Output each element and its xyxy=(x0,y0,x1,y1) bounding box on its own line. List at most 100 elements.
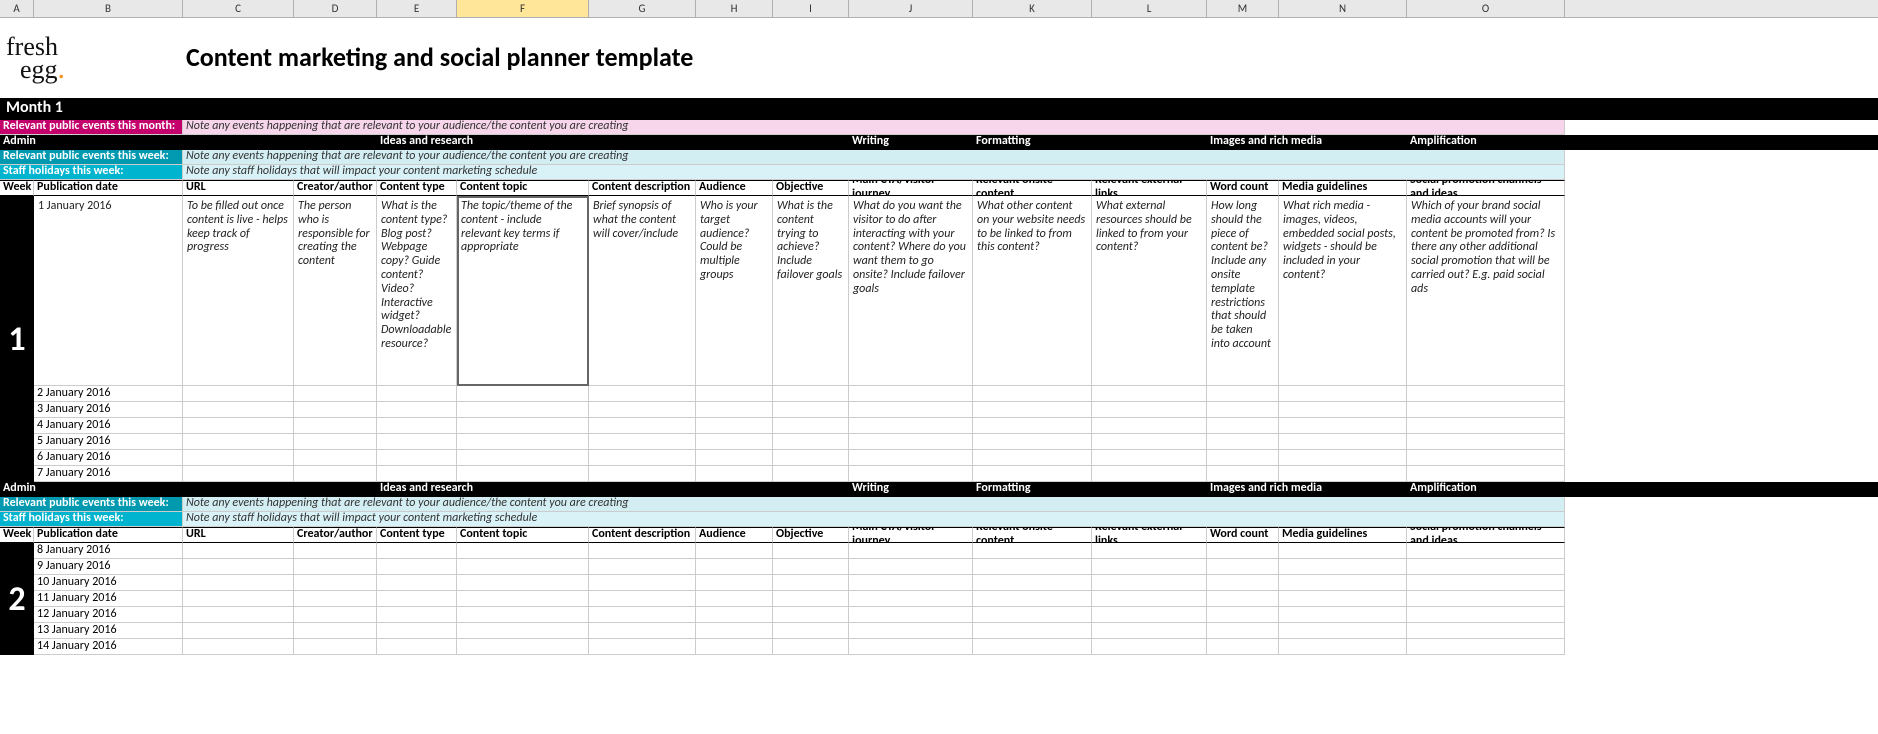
empty-cell[interactable] xyxy=(849,607,973,623)
col-header[interactable]: D xyxy=(294,0,377,17)
empty-cell[interactable] xyxy=(773,450,849,466)
empty-cell[interactable] xyxy=(1207,575,1279,591)
empty-cell[interactable] xyxy=(1092,591,1207,607)
col-header[interactable]: N xyxy=(1279,0,1407,17)
col-header[interactable]: I xyxy=(773,0,849,17)
empty-cell[interactable] xyxy=(294,434,377,450)
empty-cell[interactable] xyxy=(1407,591,1565,607)
empty-cell[interactable] xyxy=(183,639,294,655)
empty-cell[interactable] xyxy=(377,575,457,591)
col-header[interactable]: J xyxy=(849,0,973,17)
empty-cell[interactable] xyxy=(589,450,696,466)
empty-cell[interactable] xyxy=(773,639,849,655)
empty-cell[interactable] xyxy=(183,607,294,623)
empty-cell[interactable] xyxy=(377,466,457,482)
desc-social[interactable]: Which of your brand social media account… xyxy=(1407,196,1565,386)
desc-url[interactable]: To be filled out once content is live - … xyxy=(183,196,294,386)
empty-cell[interactable] xyxy=(294,639,377,655)
empty-cell[interactable] xyxy=(183,402,294,418)
empty-cell[interactable] xyxy=(183,418,294,434)
empty-cell[interactable] xyxy=(457,575,589,591)
date-cell[interactable]: 5 January 2016 xyxy=(34,434,183,450)
desc-objective[interactable]: What is the content trying to achieve? I… xyxy=(773,196,849,386)
empty-cell[interactable] xyxy=(377,591,457,607)
empty-cell[interactable] xyxy=(589,466,696,482)
col-header[interactable]: E xyxy=(377,0,457,17)
empty-cell[interactable] xyxy=(773,418,849,434)
empty-cell[interactable] xyxy=(1279,575,1407,591)
empty-cell[interactable] xyxy=(1207,434,1279,450)
empty-cell[interactable] xyxy=(973,418,1092,434)
empty-cell[interactable] xyxy=(1279,607,1407,623)
empty-cell[interactable] xyxy=(294,386,377,402)
empty-cell[interactable] xyxy=(589,402,696,418)
empty-cell[interactable] xyxy=(849,466,973,482)
events-week-note[interactable]: Note any events happening that are relev… xyxy=(183,150,1565,165)
empty-cell[interactable] xyxy=(1407,434,1565,450)
empty-cell[interactable] xyxy=(183,575,294,591)
empty-cell[interactable] xyxy=(377,623,457,639)
empty-cell[interactable] xyxy=(696,623,773,639)
events-week-note[interactable]: Note any events happening that are relev… xyxy=(183,497,1565,512)
empty-cell[interactable] xyxy=(589,418,696,434)
empty-cell[interactable] xyxy=(457,591,589,607)
col-header[interactable]: O xyxy=(1407,0,1565,17)
desc-external[interactable]: What external resources should be linked… xyxy=(1092,196,1207,386)
empty-cell[interactable] xyxy=(1279,543,1407,559)
date-cell[interactable]: 9 January 2016 xyxy=(34,559,183,575)
empty-cell[interactable] xyxy=(294,559,377,575)
holidays-note[interactable]: Note any staff holidays that will impact… xyxy=(183,512,1565,527)
empty-cell[interactable] xyxy=(183,466,294,482)
date-cell[interactable]: 7 January 2016 xyxy=(34,466,183,482)
empty-cell[interactable] xyxy=(1279,434,1407,450)
empty-cell[interactable] xyxy=(1092,386,1207,402)
date-cell[interactable]: 4 January 2016 xyxy=(34,418,183,434)
empty-cell[interactable] xyxy=(696,639,773,655)
empty-cell[interactable] xyxy=(457,466,589,482)
col-header[interactable]: H xyxy=(696,0,773,17)
empty-cell[interactable] xyxy=(773,559,849,575)
empty-cell[interactable] xyxy=(589,639,696,655)
desc-contentdesc[interactable]: Brief synopsis of what the content will … xyxy=(589,196,696,386)
empty-cell[interactable] xyxy=(696,607,773,623)
empty-cell[interactable] xyxy=(1207,402,1279,418)
empty-cell[interactable] xyxy=(1207,543,1279,559)
empty-cell[interactable] xyxy=(457,386,589,402)
empty-cell[interactable] xyxy=(1092,450,1207,466)
empty-cell[interactable] xyxy=(294,591,377,607)
empty-cell[interactable] xyxy=(457,543,589,559)
date-cell[interactable]: 6 January 2016 xyxy=(34,450,183,466)
empty-cell[interactable] xyxy=(294,543,377,559)
empty-cell[interactable] xyxy=(973,543,1092,559)
empty-cell[interactable] xyxy=(457,402,589,418)
empty-cell[interactable] xyxy=(696,575,773,591)
empty-cell[interactable] xyxy=(696,591,773,607)
col-header[interactable]: L xyxy=(1092,0,1207,17)
desc-contenttype[interactable]: What is the content type? Blog post? Web… xyxy=(377,196,457,386)
empty-cell[interactable] xyxy=(1279,559,1407,575)
empty-cell[interactable] xyxy=(1407,639,1565,655)
empty-cell[interactable] xyxy=(183,591,294,607)
empty-cell[interactable] xyxy=(294,607,377,623)
date-cell[interactable]: 14 January 2016 xyxy=(34,639,183,655)
empty-cell[interactable] xyxy=(696,559,773,575)
empty-cell[interactable] xyxy=(849,623,973,639)
empty-cell[interactable] xyxy=(457,639,589,655)
empty-cell[interactable] xyxy=(1092,559,1207,575)
empty-cell[interactable] xyxy=(849,639,973,655)
empty-cell[interactable] xyxy=(973,623,1092,639)
desc-wordcount[interactable]: How long should the piece of content be?… xyxy=(1207,196,1279,386)
col-header[interactable]: B xyxy=(34,0,183,17)
empty-cell[interactable] xyxy=(377,607,457,623)
desc-media[interactable]: What rich media - images, videos, embedd… xyxy=(1279,196,1407,386)
empty-cell[interactable] xyxy=(457,559,589,575)
empty-cell[interactable] xyxy=(696,434,773,450)
empty-cell[interactable] xyxy=(1092,434,1207,450)
events-month-note[interactable]: Note any events happening that are relev… xyxy=(183,120,1565,135)
empty-cell[interactable] xyxy=(973,559,1092,575)
empty-cell[interactable] xyxy=(849,418,973,434)
desc-cta[interactable]: What do you want the visitor to do after… xyxy=(849,196,973,386)
empty-cell[interactable] xyxy=(1407,402,1565,418)
holidays-note[interactable]: Note any staff holidays that will impact… xyxy=(183,165,1565,180)
empty-cell[interactable] xyxy=(183,434,294,450)
